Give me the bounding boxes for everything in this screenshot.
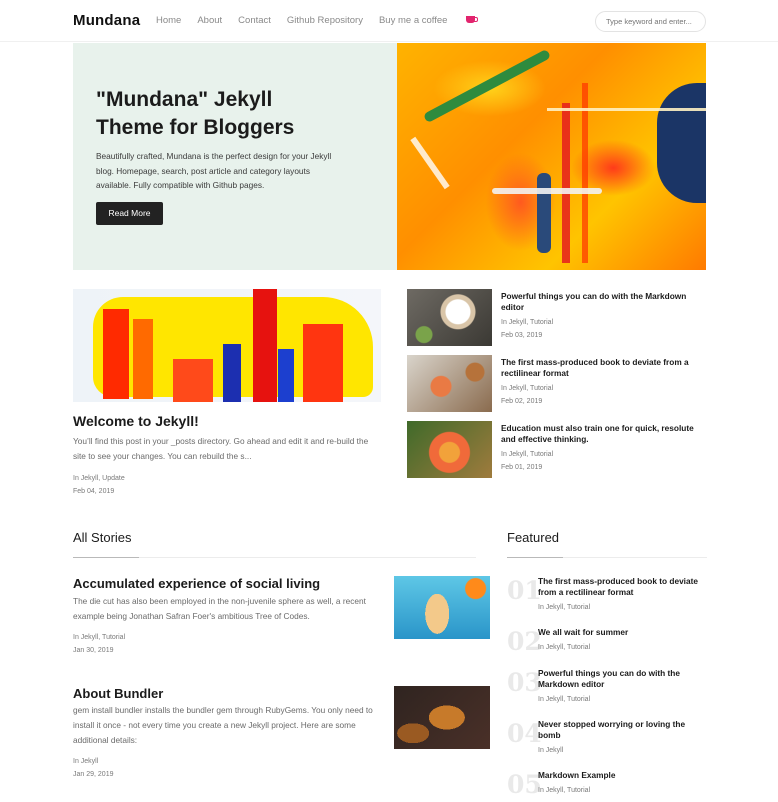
featured-title[interactable]: We all wait for summer [538, 627, 708, 638]
featured-number: 03 [507, 668, 542, 697]
post-categories[interactable]: In Jekyll, Update [73, 473, 125, 486]
nav-link-about[interactable]: About [197, 15, 222, 26]
story-title[interactable]: About Bundler [73, 686, 163, 701]
all-stories-heading: All Stories [73, 530, 132, 545]
featured-heading: Featured [507, 530, 560, 545]
post-title[interactable]: The first mass-produced book to deviate … [501, 357, 707, 379]
post-date: Feb 01, 2019 [501, 463, 543, 471]
featured-post-meta: In Jekyll, Update Feb 04, 2019 [73, 473, 125, 498]
featured-title[interactable]: Markdown Example [538, 770, 708, 781]
post-meta: In Jekyll, Tutorial Feb 03, 2019 [501, 317, 553, 342]
story-meta: In Jekyll Jan 29, 2019 [73, 756, 113, 781]
post-categories[interactable]: In Jekyll, Tutorial [538, 785, 590, 798]
post-meta: In Jekyll, Tutorial Feb 02, 2019 [501, 383, 553, 408]
post-title[interactable]: Powerful things you can do with the Mark… [501, 291, 707, 313]
post-categories[interactable]: In Jekyll, Tutorial [73, 632, 125, 645]
post-categories[interactable]: In Jekyll, Tutorial [538, 694, 590, 707]
post-date: Feb 04, 2019 [73, 487, 115, 495]
featured-post-excerpt: You’ll find this post in your _posts dir… [73, 436, 369, 461]
featured-title[interactable]: Powerful things you can do with the Mark… [538, 668, 708, 690]
post-categories[interactable]: In Jekyll, Tutorial [501, 317, 553, 330]
post-categories[interactable]: In Jekyll, Tutorial [538, 602, 590, 615]
hero-banner: "Mundana" Jekyll Theme for Bloggers Beau… [73, 43, 706, 270]
nav-links: Home About Contact Github Repository Buy… [156, 15, 491, 26]
post-date: Jan 29, 2019 [73, 770, 114, 778]
list-item[interactable]: Powerful things you can do with the Mark… [407, 289, 707, 347]
hero-description: Beautifully crafted, Mundana is the perf… [96, 151, 332, 190]
list-item[interactable]: The first mass-produced book to deviate … [407, 355, 707, 413]
post-date: Feb 03, 2019 [501, 331, 543, 339]
post-meta: In Jekyll, Tutorial Feb 01, 2019 [501, 449, 553, 474]
post-categories[interactable]: In Jekyll, Tutorial [501, 449, 553, 462]
list-item[interactable]: Education must also train one for quick,… [407, 421, 707, 479]
featured-post-image[interactable] [73, 289, 381, 402]
post-thumbnail[interactable] [407, 421, 492, 478]
featured-title[interactable]: The first mass-produced book to deviate … [538, 576, 708, 598]
nav-link-coffee[interactable]: Buy me a coffee [378, 15, 479, 26]
featured-post-title[interactable]: Welcome to Jekyll! [73, 413, 199, 429]
featured-number: 04 [507, 719, 542, 748]
story-title[interactable]: Accumulated experience of social living [73, 576, 320, 591]
featured-number: 01 [507, 576, 542, 605]
post-categories[interactable]: In Jekyll, Tutorial [501, 383, 553, 396]
nav-link-contact[interactable]: Contact [238, 15, 271, 26]
hero-image [397, 43, 706, 270]
search-input[interactable] [595, 11, 706, 32]
post-categories[interactable]: In Jekyll, Tutorial [538, 642, 590, 655]
coffee-cup-icon [466, 16, 479, 23]
site-brand[interactable]: Mundana [73, 12, 140, 29]
post-thumbnail[interactable] [407, 355, 492, 412]
featured-number: 05 [507, 770, 542, 799]
post-categories[interactable]: In Jekyll [73, 756, 113, 769]
story-excerpt: The die cut has also been employed in th… [73, 596, 366, 621]
post-title[interactable]: Education must also train one for quick,… [501, 423, 707, 445]
post-thumbnail[interactable] [407, 289, 492, 346]
heading-underline [507, 557, 563, 558]
story-thumbnail[interactable] [394, 576, 490, 639]
read-more-button[interactable]: Read More [96, 202, 163, 225]
top-navbar: Mundana Home About Contact Github Reposi… [0, 0, 778, 42]
nav-link-coffee-label: Buy me a coffee [378, 15, 448, 26]
nav-link-github[interactable]: Github Repository [287, 15, 363, 26]
story-excerpt: gem install bundler installs the bundler… [73, 705, 373, 745]
story-thumbnail[interactable] [394, 686, 490, 749]
hero-title: "Mundana" Jekyll Theme for Bloggers [96, 88, 295, 139]
post-date: Feb 02, 2019 [501, 397, 543, 405]
nav-link-home[interactable]: Home [156, 15, 181, 26]
featured-number: 02 [507, 627, 542, 656]
post-categories[interactable]: In Jekyll [538, 745, 563, 758]
heading-underline [73, 557, 139, 558]
featured-title[interactable]: Never stopped worrying or loving the bom… [538, 719, 708, 741]
post-date: Jan 30, 2019 [73, 646, 114, 654]
story-meta: In Jekyll, Tutorial Jan 30, 2019 [73, 632, 125, 657]
